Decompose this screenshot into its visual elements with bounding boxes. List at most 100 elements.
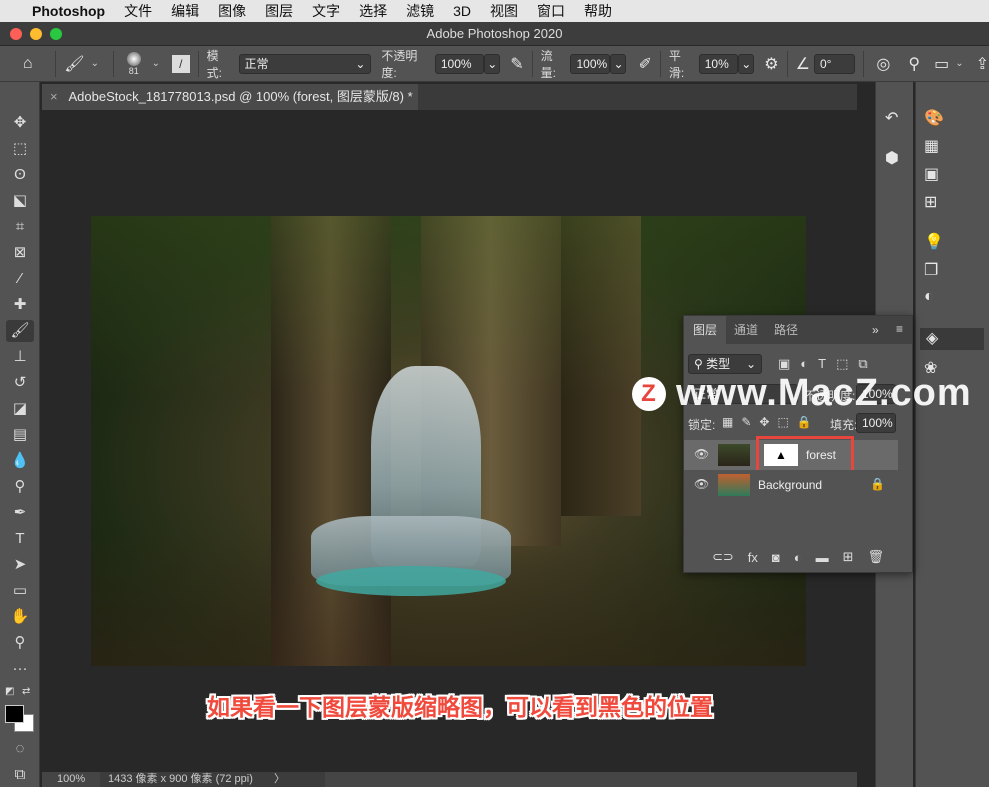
pen-tool-icon[interactable]: ✒ — [6, 502, 34, 524]
menu-edit[interactable]: 编辑 — [171, 1, 199, 21]
expand-icon[interactable]: » — [872, 323, 879, 337]
menu-file[interactable]: 文件 — [124, 1, 152, 21]
move-tool-icon[interactable]: ✥ — [6, 112, 34, 134]
lock-artboard-icon[interactable]: ⬚ — [777, 415, 788, 429]
fill-input[interactable]: 100% — [856, 413, 896, 433]
pressure-size-icon[interactable]: ◎ — [876, 54, 890, 74]
fx-icon[interactable]: fx — [748, 550, 758, 565]
layer-filter-select[interactable]: ⚲ 类型 ⌄ — [688, 354, 762, 374]
menu-app[interactable]: Photoshop — [32, 3, 105, 19]
brush-settings-icon[interactable]: / — [171, 54, 190, 73]
gear-icon[interactable]: ⚙ — [764, 54, 778, 74]
hand-tool-icon[interactable]: ✋ — [6, 606, 34, 628]
lock-all-icon[interactable]: 🔒 — [797, 415, 812, 429]
eraser-tool-icon[interactable]: ◪ — [6, 398, 34, 420]
lasso-tool-icon[interactable]: ʘ — [6, 164, 34, 186]
dodge-tool-icon[interactable]: ⚲ — [6, 476, 34, 498]
zoom-level[interactable]: 100% — [57, 772, 85, 787]
home-icon[interactable]: ⌂ — [8, 55, 47, 73]
tab-channels[interactable]: 通道 — [726, 316, 766, 344]
document-tab[interactable]: × AdobeStock_181778013.psd @ 100% (fores… — [42, 84, 418, 110]
gradient-tool-icon[interactable]: ▤ — [6, 424, 34, 446]
tab-layers[interactable]: 图层 — [684, 316, 726, 344]
blur-tool-icon[interactable]: 💧 — [6, 450, 34, 472]
history-brush-tool-icon[interactable]: ↺ — [6, 372, 34, 394]
libraries-icon[interactable]: ❐ — [924, 260, 938, 280]
3d-icon[interactable]: ⬢ — [885, 148, 899, 168]
quick-mask-icon[interactable]: ◌ — [6, 738, 34, 760]
crop-tool-icon[interactable]: ⌗ — [6, 216, 34, 238]
filter-pixel-icon[interactable]: ▣ — [778, 356, 790, 372]
new-layer-icon[interactable]: ⊞ — [843, 549, 854, 565]
airbrush-icon[interactable]: ✐ — [638, 54, 651, 74]
history-icon[interactable]: ↶ — [885, 108, 898, 128]
menu-help[interactable]: 帮助 — [584, 1, 612, 21]
layer-name[interactable]: Background — [758, 478, 822, 492]
menu-layer[interactable]: 图层 — [265, 1, 293, 21]
adjustment-layer-icon[interactable]: ◐ — [794, 550, 802, 565]
document-info[interactable]: 1433 像素 x 900 像素 (72 ppi) — [100, 772, 325, 787]
menu-filter[interactable]: 滤镜 — [406, 1, 434, 21]
filter-smart-object-icon[interactable]: ⧉ — [858, 356, 867, 372]
rectangle-tool-icon[interactable]: ▭ — [6, 580, 34, 602]
pressure-opacity-icon[interactable]: ✎ — [510, 54, 523, 74]
filter-adjustment-icon[interactable]: ◐ — [800, 356, 808, 372]
angle-input[interactable]: 0° — [813, 53, 856, 74]
new-group-icon[interactable]: ▬ — [816, 550, 829, 565]
adjustments-icon[interactable]: ◐ — [924, 288, 934, 306]
link-layers-icon[interactable]: ⊂⊃ — [712, 549, 734, 565]
screen-mode-icon[interactable]: ⧉ — [6, 764, 34, 786]
flow-input[interactable]: 100% — [570, 53, 611, 74]
close-window-button[interactable] — [10, 28, 22, 40]
minimize-window-button[interactable] — [30, 28, 42, 40]
search-icon[interactable]: ⚲ — [908, 54, 920, 74]
share-icon[interactable]: ⇪ — [976, 54, 989, 74]
trash-icon[interactable]: 🗑 — [868, 549, 885, 565]
color-palette-icon[interactable]: 🎨 — [924, 108, 944, 128]
clone-stamp-tool-icon[interactable]: ⊥ — [6, 346, 34, 368]
type-tool-icon[interactable]: T — [6, 528, 34, 550]
menu-type[interactable]: 文字 — [312, 1, 340, 21]
zoom-tool-icon[interactable]: ⚲ — [6, 632, 34, 654]
menu-view[interactable]: 视图 — [490, 1, 518, 21]
chevron-down-icon[interactable]: ⌄ — [955, 58, 963, 69]
tab-paths[interactable]: 路径 — [766, 316, 806, 344]
opacity-input[interactable]: 100% — [434, 53, 485, 74]
lock-transparency-icon[interactable]: ▦ — [722, 415, 733, 429]
menu-image[interactable]: 图像 — [218, 1, 246, 21]
workspace-icon[interactable]: ▭ — [934, 54, 949, 74]
quick-selection-tool-icon[interactable]: ⬕ — [6, 190, 34, 212]
frame-tool-icon[interactable]: ⊠ — [6, 242, 34, 264]
gradients-icon[interactable]: ▣ — [924, 164, 939, 184]
menu-select[interactable]: 选择 — [359, 1, 387, 21]
eyedropper-tool-icon[interactable]: ⁄ — [6, 268, 34, 290]
swatches-icon[interactable]: ▦ — [924, 136, 939, 156]
chevron-down-icon[interactable]: ⌄ — [152, 58, 160, 69]
status-menu-arrow[interactable]: 〉 — [274, 772, 285, 787]
patterns-icon[interactable]: ⊞ — [924, 192, 937, 212]
learn-icon[interactable]: 💡 — [924, 232, 944, 252]
brush-tool-icon[interactable]: 🖌 — [6, 320, 34, 342]
marquee-tool-icon[interactable]: ⬚ — [6, 138, 34, 160]
layer-row-background[interactable]: 👁 Background 🔒 — [684, 470, 898, 500]
mode-select[interactable]: 正常 ⌄ — [238, 53, 372, 74]
menu-3d[interactable]: 3D — [453, 3, 471, 19]
chevron-down-icon[interactable]: ⌄ — [91, 58, 99, 69]
lock-position-icon[interactable]: ✥ — [759, 415, 769, 429]
chevron-down-icon[interactable]: ⌄ — [738, 53, 755, 74]
brush-tool-preset-icon[interactable]: 🖌 — [64, 54, 84, 74]
layers-panel-icon[interactable]: ◈ — [920, 328, 984, 350]
panel-menu-icon[interactable]: ≡ — [896, 322, 903, 336]
zoom-window-button[interactable] — [50, 28, 62, 40]
add-mask-icon[interactable]: ◙ — [772, 550, 780, 565]
menu-window[interactable]: 窗口 — [537, 1, 565, 21]
filter-shape-icon[interactable]: ⬚ — [836, 356, 848, 372]
filter-type-icon[interactable]: T — [818, 356, 826, 372]
close-tab-icon[interactable]: × — [50, 89, 58, 104]
visibility-eye-icon[interactable]: 👁 — [694, 477, 709, 491]
healing-brush-tool-icon[interactable]: ✚ — [6, 294, 34, 316]
chevron-down-icon[interactable]: ⌄ — [610, 53, 627, 74]
visibility-eye-icon[interactable]: 👁 — [694, 447, 709, 461]
smoothing-input[interactable]: 10% — [698, 53, 739, 74]
more-tools-icon[interactable]: ··· — [6, 658, 34, 680]
